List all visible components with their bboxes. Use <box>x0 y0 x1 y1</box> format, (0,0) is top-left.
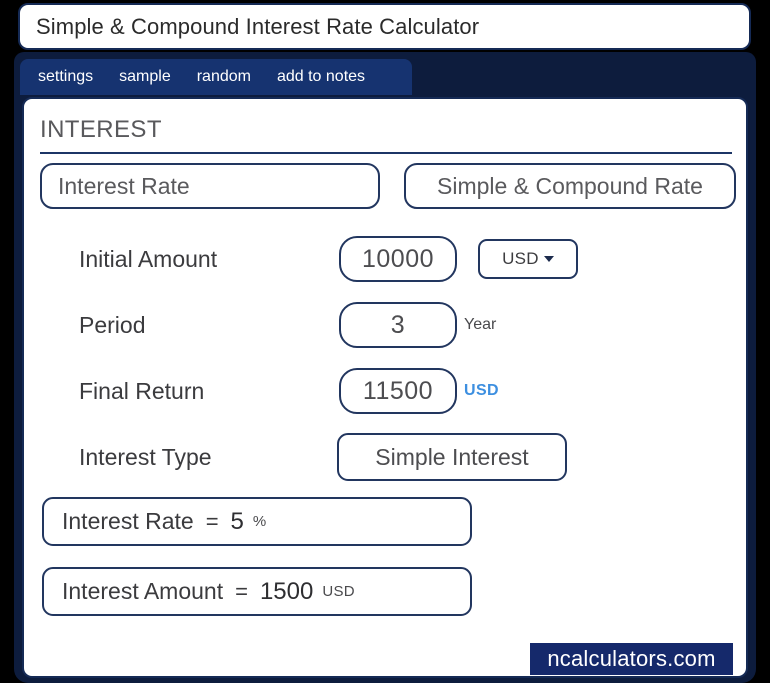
result-interest-amount-label: Interest Amount <box>62 578 224 604</box>
mode-button-simple-compound-rate[interactable]: Simple & Compound Rate <box>404 163 736 209</box>
interest-type-label: Interest Type <box>79 443 212 470</box>
tab-random[interactable]: random <box>197 68 251 86</box>
form-row-initial-amount: Initial Amount 10000 USD <box>24 230 746 288</box>
form-row-interest-type: Interest Type Simple Interest <box>24 428 746 486</box>
mode-button-simple-compound-rate-label: Simple & Compound Rate <box>437 172 703 199</box>
result-interest-rate-value: 5 <box>230 507 244 535</box>
interest-type-select[interactable]: Simple Interest <box>337 433 567 481</box>
result-interest-rate-equals: = <box>205 508 219 534</box>
brand-text: ncalculators.com <box>547 646 716 671</box>
mode-button-interest-rate-label: Interest Rate <box>58 172 190 199</box>
initial-amount-label: Initial Amount <box>79 245 218 272</box>
final-return-input[interactable]: 11500 <box>339 368 457 414</box>
tab-add-to-notes[interactable]: add to notes <box>277 68 365 86</box>
result-interest-rate-label: Interest Rate <box>62 508 194 534</box>
currency-select-label: USD <box>502 249 539 268</box>
period-label: Period <box>79 311 146 338</box>
form-row-final-return: Final Return 11500 USD <box>24 362 746 420</box>
mode-button-interest-rate[interactable]: Interest Rate <box>40 163 380 209</box>
initial-amount-value: 10000 <box>361 244 435 273</box>
result-interest-amount-value: 1500 <box>259 577 314 605</box>
brand-badge: ncalculators.com <box>530 643 733 675</box>
period-input[interactable]: 3 <box>339 302 457 348</box>
tab-sample[interactable]: sample <box>119 68 171 86</box>
result-interest-amount-equals: = <box>235 578 248 604</box>
result-interest-rate: Interest Rate = 5 % <box>42 497 472 546</box>
tab-settings[interactable]: settings <box>38 68 93 86</box>
calculator-card: INTEREST Interest Rate Simple & Compound… <box>22 97 748 678</box>
result-interest-rate-unit: % <box>252 513 267 530</box>
period-unit: Year <box>464 316 497 333</box>
chevron-down-icon <box>543 256 554 262</box>
result-interest-amount-unit: USD <box>322 583 355 600</box>
interest-type-value: Simple Interest <box>375 443 529 470</box>
period-value: 3 <box>390 310 406 339</box>
section-header: INTEREST <box>40 107 732 154</box>
window-title-bar: Simple & Compound Interest Rate Calculat… <box>18 3 751 50</box>
final-return-label: Final Return <box>79 377 205 404</box>
tab-bar: settings sample random add to notes <box>20 59 412 95</box>
final-return-unit: USD <box>464 382 499 399</box>
form-row-period: Period 3 Year <box>24 296 746 354</box>
result-interest-amount: Interest Amount = 1500 USD <box>42 567 472 616</box>
initial-amount-input[interactable]: 10000 <box>339 236 457 282</box>
section-title: INTEREST <box>40 115 162 143</box>
app-frame: Simple & Compound Interest Rate Calculat… <box>0 0 770 683</box>
mode-button-row: Interest Rate Simple & Compound Rate <box>24 163 746 211</box>
page-title: Simple & Compound Interest Rate Calculat… <box>36 13 480 39</box>
currency-select[interactable]: USD <box>478 239 578 279</box>
final-return-value: 11500 <box>362 376 434 405</box>
